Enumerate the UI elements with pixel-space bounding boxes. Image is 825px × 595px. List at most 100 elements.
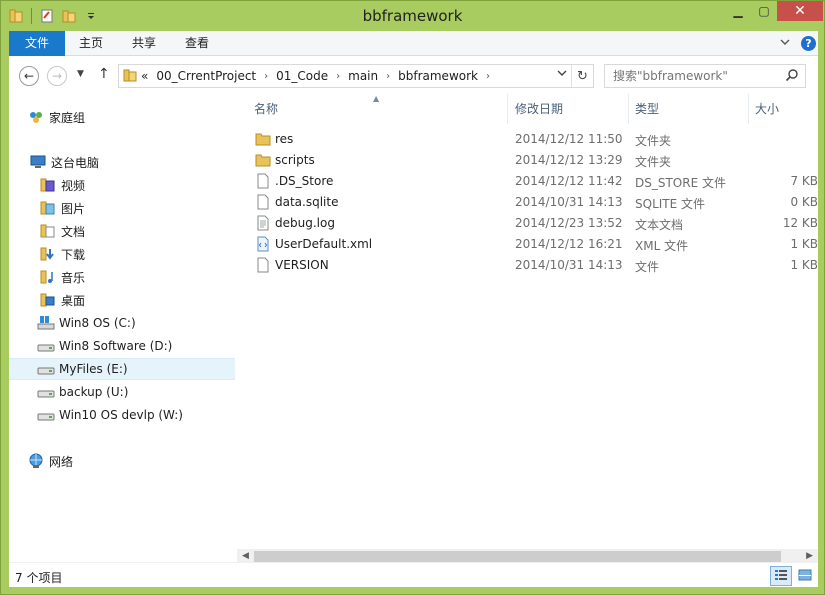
- details-view-button[interactable]: [770, 566, 792, 586]
- up-button[interactable]: ↑: [98, 66, 110, 82]
- tab-home[interactable]: 主页: [71, 31, 111, 56]
- scroll-right-icon[interactable]: ▶: [806, 551, 813, 561]
- file-type: 文件夹: [635, 155, 672, 169]
- help-icon[interactable]: ?: [801, 36, 816, 51]
- file-row[interactable]: scripts 2014/12/12 13:29 文件夹: [237, 150, 818, 171]
- breadcrumb-item[interactable]: bbframework: [394, 69, 482, 83]
- navigation-pane[interactable]: 家庭组 这台电脑 视频 图片 文档 下载 音乐 桌面 Win8 OS (C:) …: [9, 94, 235, 562]
- column-header-type[interactable]: 类型: [635, 100, 659, 117]
- nav-item-label: 下载: [61, 247, 86, 262]
- file-type: 文本文档: [635, 218, 684, 232]
- title-bar[interactable]: bbframework ▁ ▢ ✕: [1, 1, 824, 31]
- file-size: 1 KB: [790, 258, 818, 272]
- chevron-right-icon[interactable]: ›: [382, 71, 394, 82]
- nav-item-drive-u[interactable]: backup (U:): [9, 381, 235, 403]
- expand-ribbon-icon[interactable]: [780, 36, 790, 49]
- column-divider[interactable]: [628, 94, 629, 124]
- network-icon: [27, 452, 45, 470]
- file-date: 2014/12/12 11:42: [515, 174, 623, 188]
- refresh-icon: ↻: [577, 68, 588, 84]
- search-box[interactable]: [604, 64, 806, 88]
- file-list[interactable]: ▲ 名称 修改日期 类型 大小 res 2014/12/12 11:50 文件夹…: [237, 94, 818, 562]
- forward-button[interactable]: →: [47, 66, 67, 86]
- nav-item-network[interactable]: 网络: [9, 450, 235, 472]
- breadcrumb-overflow[interactable]: «: [137, 69, 152, 83]
- scroll-left-icon[interactable]: ◀: [242, 551, 249, 561]
- nav-item-label: 这台电脑: [51, 155, 100, 170]
- column-divider[interactable]: [507, 94, 508, 124]
- tab-file[interactable]: 文件: [9, 31, 65, 56]
- file-name: debug.log: [275, 216, 335, 230]
- chevron-right-icon[interactable]: ›: [332, 71, 344, 82]
- file-icon: [255, 194, 271, 210]
- chevron-right-icon[interactable]: ›: [482, 71, 494, 82]
- file-date: 2014/12/23 13:52: [515, 216, 623, 230]
- file-size: 1 KB: [790, 237, 818, 251]
- file-row[interactable]: UserDefault.xml 2014/12/12 16:21 XML 文件 …: [237, 234, 818, 255]
- chevron-right-icon[interactable]: ›: [260, 71, 272, 82]
- file-row[interactable]: debug.log 2014/12/23 13:52 文本文档 12 KB: [237, 213, 818, 234]
- nav-item-drive-d[interactable]: Win8 Software (D:): [9, 335, 235, 357]
- nav-item-label: 图片: [61, 201, 86, 216]
- file-icon: [255, 173, 271, 189]
- nav-item-label: Win8 OS (C:): [59, 316, 136, 330]
- search-icon[interactable]: [785, 68, 799, 85]
- nav-item-desktop[interactable]: 桌面: [9, 289, 235, 311]
- nav-item-label: 家庭组: [49, 110, 86, 125]
- nav-item-drive-e[interactable]: MyFiles (E:): [9, 358, 235, 380]
- file-type: DS_STORE 文件: [635, 176, 726, 190]
- file-date: 2014/10/31 14:13: [515, 195, 623, 209]
- nav-item-videos[interactable]: 视频: [9, 174, 235, 196]
- refresh-button[interactable]: ↻: [571, 65, 593, 87]
- close-button[interactable]: ✕: [777, 1, 823, 21]
- nav-item-label: 桌面: [61, 293, 86, 308]
- close-icon: ✕: [794, 3, 806, 19]
- arrow-left-icon: ←: [23, 69, 35, 83]
- music-folder-icon: [39, 268, 57, 286]
- file-row[interactable]: res 2014/12/12 11:50 文件夹: [237, 129, 818, 150]
- nav-item-label: MyFiles (E:): [59, 362, 128, 376]
- xml-file-icon: [255, 236, 271, 252]
- computer-icon: [29, 153, 47, 171]
- column-header-date[interactable]: 修改日期: [515, 100, 563, 117]
- nav-item-pictures[interactable]: 图片: [9, 197, 235, 219]
- breadcrumb-item[interactable]: main: [344, 69, 382, 83]
- maximize-icon: ▢: [758, 4, 770, 18]
- minimize-button[interactable]: ▁: [725, 1, 751, 21]
- nav-item-documents[interactable]: 文档: [9, 220, 235, 242]
- column-header-name[interactable]: 名称: [254, 100, 278, 117]
- breadcrumb-item[interactable]: 01_Code: [272, 69, 332, 83]
- minimize-icon: ▁: [733, 4, 743, 18]
- nav-item-music[interactable]: 音乐: [9, 266, 235, 288]
- column-divider[interactable]: [748, 94, 749, 124]
- column-header-size[interactable]: 大小: [755, 100, 779, 117]
- nav-item-drive-w[interactable]: Win10 OS devlp (W:): [9, 404, 235, 426]
- downloads-folder-icon: [39, 245, 57, 263]
- file-row[interactable]: .DS_Store 2014/12/12 11:42 DS_STORE 文件 7…: [237, 171, 818, 192]
- nav-item-downloads[interactable]: 下载: [9, 243, 235, 265]
- large-icons-view-button[interactable]: [794, 566, 816, 586]
- explorer-window: bbframework ▁ ▢ ✕ 文件 主页 共享 查看 ? ← → ▼ ↑: [0, 0, 825, 595]
- nav-item-drive-c[interactable]: Win8 OS (C:): [9, 312, 235, 334]
- file-date: 2014/12/12 16:21: [515, 237, 623, 251]
- file-row[interactable]: data.sqlite 2014/10/31 14:13 SQLITE 文件 0…: [237, 192, 818, 213]
- tab-view[interactable]: 查看: [177, 31, 217, 56]
- maximize-button[interactable]: ▢: [751, 1, 777, 21]
- file-name: UserDefault.xml: [275, 237, 373, 251]
- tab-share[interactable]: 共享: [124, 31, 164, 56]
- back-button[interactable]: ←: [19, 66, 39, 86]
- main-area: 家庭组 这台电脑 视频 图片 文档 下载 音乐 桌面 Win8 OS (C:) …: [9, 94, 818, 566]
- file-row[interactable]: VERSION 2014/10/31 14:13 文件 1 KB: [237, 255, 818, 276]
- nav-item-homegroup[interactable]: 家庭组: [9, 106, 235, 128]
- navigation-bar: ← → ▼ ↑ « 00_CrrentProject › 01_Code › m…: [9, 56, 818, 94]
- sort-ascending-icon: ▲: [373, 94, 380, 103]
- search-input[interactable]: [605, 65, 775, 87]
- nav-item-thispc[interactable]: 这台电脑: [9, 151, 235, 173]
- recent-locations-button[interactable]: ▼: [77, 69, 84, 79]
- address-bar[interactable]: « 00_CrrentProject › 01_Code › main › bb…: [118, 64, 594, 88]
- details-view-icon: [774, 569, 788, 584]
- nav-item-label: 网络: [49, 454, 74, 469]
- breadcrumb-item[interactable]: 00_CrrentProject: [152, 69, 260, 83]
- window-controls: ▁ ▢ ✕: [725, 1, 823, 21]
- address-dropdown-icon[interactable]: [557, 69, 567, 80]
